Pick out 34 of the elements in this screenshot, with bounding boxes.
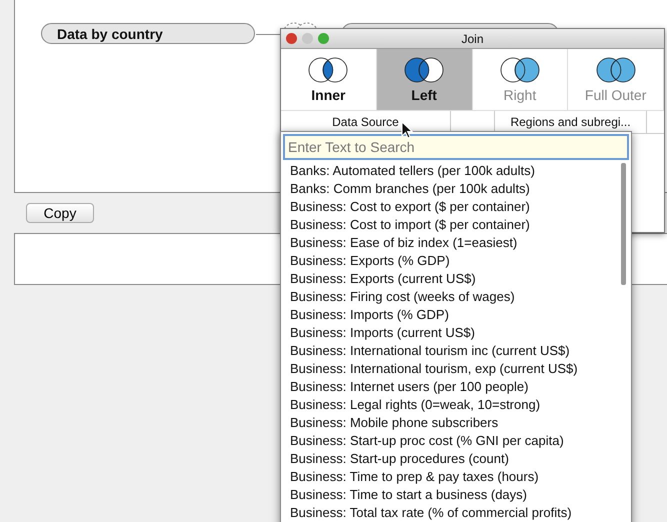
join-type-button[interactable]: Inner [281,49,377,110]
dropdown-item[interactable]: Business: Cost to export ($ per container) [290,198,631,216]
venn-icon [596,56,636,82]
dropdown-item[interactable]: Business: Internet users (per 100 people) [290,378,631,396]
dropdown-item[interactable]: Business: Mobile phone subscribers [290,414,631,432]
dropdown-item[interactable]: Business: Imports (current US$) [290,324,631,342]
dropdown-item[interactable]: Business: Exports (current US$) [290,270,631,288]
scrollbar-thumb[interactable] [621,163,626,285]
dropdown-item[interactable]: Business: International tourism, exp (current US$) [290,360,631,378]
venn-icon [500,56,540,82]
window-title: Join [461,32,484,46]
dropdown-item[interactable]: Business: Start-up proc cost (% GNI per capita) [290,432,631,450]
venn-icon [308,56,348,82]
data-source-pill[interactable]: Data by country [41,23,255,44]
copy-button[interactable]: Copy [26,203,94,223]
join-type-button[interactable]: Left [376,49,472,110]
minimize-icon[interactable] [302,33,313,44]
dropdown-item[interactable]: Business: Imports (% GDP) [290,306,631,324]
dropdown-item[interactable]: Banks: Comm branches (per 100k adults) [290,180,631,198]
close-icon[interactable] [286,33,297,44]
dropdown-item[interactable]: Business: Total tax rate (% of commercial profits) [290,504,631,522]
dropdown-item[interactable]: Business: Cost to import ($ per container) [290,216,631,234]
dropdown-item[interactable]: Business: Time to start a business (days) [290,486,631,504]
dropdown-item[interactable]: Banks: Automated tellers (per 100k adults) [290,162,631,180]
search-field[interactable]: Enter Text to Search [283,134,629,160]
zoom-icon[interactable] [318,33,329,44]
venn-icon [404,56,444,82]
dropdown-item[interactable]: Business: Legal rights (0=weak, 10=strong) [290,396,631,414]
dropdown-item[interactable]: Business: Ease of biz index (1=easiest) [290,234,631,252]
dropdown-item[interactable]: Business: Start-up procedures (count) [290,450,631,468]
dropdown-item[interactable]: Business: Exports (% GDP) [290,252,631,270]
dropdown-item[interactable]: Business: Firing cost (weeks of wages) [290,288,631,306]
dropdown-item[interactable]: Business: International tourism inc (current US$) [290,342,631,360]
dropdown-item[interactable]: Business: Time to prep & pay taxes (hours) [290,468,631,486]
